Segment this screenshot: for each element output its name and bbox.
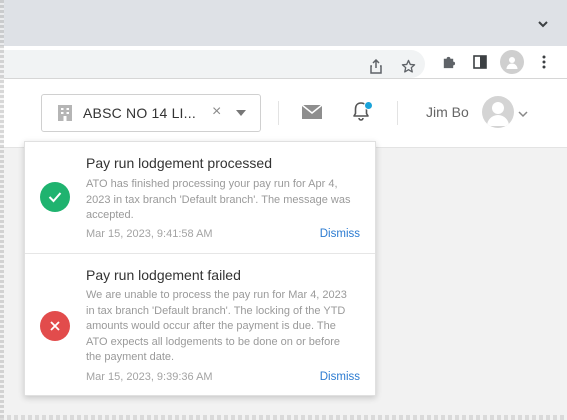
app-header: ABSC NO 14 LI... × Jim Bo	[0, 79, 567, 148]
dismiss-button[interactable]: Dismiss	[320, 228, 360, 240]
divider	[278, 101, 279, 125]
notification-item: Pay run lodgement processed ATO has fini…	[25, 142, 375, 253]
branch-selector[interactable]: ABSC NO 14 LI... ×	[41, 94, 261, 132]
notification-message: ATO has finished processing your pay run…	[86, 178, 351, 221]
divider	[397, 101, 398, 125]
side-panel-icon[interactable]	[470, 52, 490, 72]
torn-edge	[0, 415, 567, 420]
share-icon[interactable]	[366, 56, 386, 76]
error-x-icon	[40, 311, 70, 341]
user-name[interactable]: Jim Bo	[426, 104, 469, 120]
notification-title: Pay run lodgement processed	[86, 155, 272, 171]
chevron-down-icon[interactable]	[533, 14, 553, 34]
notification-timestamp: Mar 15, 2023, 9:39:36 AM	[86, 371, 213, 383]
unread-indicator	[364, 101, 373, 110]
notification-timestamp: Mar 15, 2023, 9:41:58 AM	[86, 228, 213, 240]
profile-icon[interactable]	[500, 50, 524, 74]
star-icon[interactable]	[398, 56, 418, 76]
notifications-panel: Pay run lodgement processed ATO has fini…	[24, 141, 376, 396]
extensions-icon[interactable]	[438, 52, 458, 72]
notification-message: We are unable to process the pay run for…	[86, 289, 347, 363]
torn-edge	[0, 0, 4, 420]
mail-icon[interactable]	[301, 104, 323, 120]
success-check-icon	[40, 182, 70, 212]
dropdown-caret-icon[interactable]	[236, 110, 246, 116]
clear-icon[interactable]: ×	[212, 103, 221, 121]
address-bar[interactable]	[0, 50, 425, 78]
branch-selector-value: ABSC NO 14 LI...	[83, 105, 196, 121]
dismiss-button[interactable]: Dismiss	[320, 371, 360, 383]
chevron-down-icon[interactable]	[517, 107, 529, 119]
notification-item: Pay run lodgement failed We are unable t…	[25, 253, 375, 396]
browser-toolbar	[0, 46, 567, 79]
notification-title: Pay run lodgement failed	[86, 267, 241, 283]
avatar[interactable]	[482, 96, 514, 128]
building-icon	[56, 104, 74, 122]
kebab-menu-icon[interactable]	[534, 52, 554, 72]
browser-tabstrip	[0, 0, 567, 46]
